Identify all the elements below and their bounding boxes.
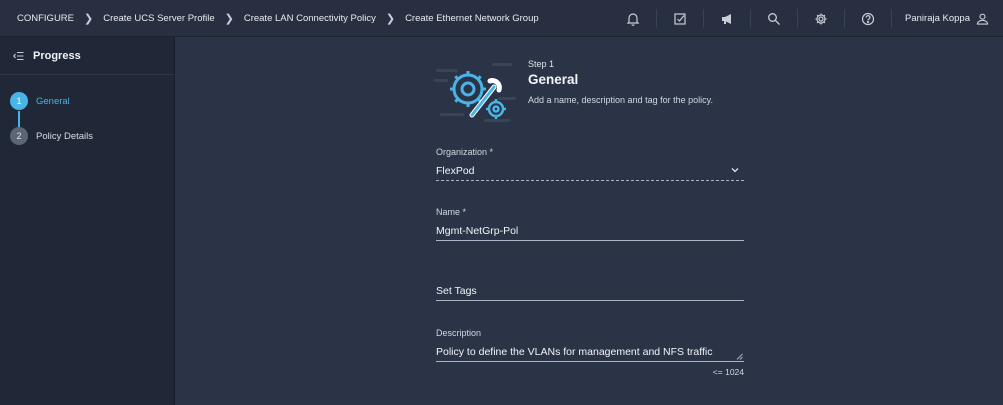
main-content: Step 1 General Add a name, description a… bbox=[175, 37, 1003, 405]
step-connector bbox=[18, 111, 20, 127]
organization-value: FlexPod bbox=[436, 165, 475, 177]
step-title: General bbox=[528, 72, 579, 87]
description-label: Description bbox=[436, 328, 482, 338]
organization-label: Organization * bbox=[436, 147, 494, 157]
breadcrumb-lan-connectivity[interactable]: Create LAN Connectivity Policy bbox=[244, 13, 376, 24]
announcements-button[interactable] bbox=[703, 0, 750, 37]
settings-button[interactable] bbox=[797, 0, 844, 37]
step-number: 2 bbox=[10, 127, 28, 145]
tags-field: Set Tags bbox=[436, 267, 744, 301]
user-icon bbox=[976, 13, 989, 25]
progress-sidebar: Progress 1 General 2 Policy Details bbox=[0, 37, 175, 405]
chevron-right-icon: ❯ bbox=[385, 12, 396, 25]
sidebar-header: Progress bbox=[0, 37, 174, 75]
sidebar-title: Progress bbox=[33, 49, 81, 62]
name-label: Name * bbox=[436, 207, 467, 217]
character-limit: <= 1024 bbox=[712, 367, 744, 377]
search-button[interactable] bbox=[750, 0, 797, 37]
breadcrumb-ethernet-network-group: Create Ethernet Network Group bbox=[405, 12, 539, 24]
chevron-down-icon bbox=[731, 168, 739, 173]
step-label: Policy Details bbox=[36, 130, 94, 142]
collapse-menu-icon[interactable] bbox=[13, 51, 24, 61]
gear-icon bbox=[815, 13, 827, 24]
description-field: Description Policy to define the VLANs f… bbox=[436, 328, 744, 362]
chevron-right-icon: ❯ bbox=[84, 12, 94, 25]
notifications-button[interactable] bbox=[609, 0, 656, 37]
step-subtitle: Add a name, description and tag for the … bbox=[528, 95, 713, 105]
step-policy-details[interactable]: 2 Policy Details bbox=[10, 127, 174, 145]
search-icon bbox=[767, 12, 780, 25]
organization-field: Organization * FlexPod bbox=[436, 147, 744, 181]
step-general[interactable]: 1 General bbox=[10, 92, 174, 110]
megaphone-icon bbox=[721, 13, 731, 24]
step-label: General bbox=[36, 95, 70, 107]
help-button[interactable] bbox=[844, 0, 891, 37]
organization-select[interactable]: FlexPod bbox=[436, 162, 744, 181]
name-input[interactable]: Mgmt-NetGrp-Pol bbox=[436, 222, 744, 241]
user-menu[interactable]: Paniraja Koppa bbox=[891, 0, 1003, 37]
top-bar: CONFIGURE ❯ Create UCS Server Profile ❯ … bbox=[0, 0, 1003, 37]
settings-wrench-illustration-icon bbox=[434, 63, 516, 122]
resize-handle-icon[interactable] bbox=[736, 353, 743, 360]
breadcrumb-configure[interactable]: CONFIGURE bbox=[17, 13, 74, 24]
help-icon bbox=[861, 12, 874, 25]
step-number-label: Step 1 bbox=[528, 59, 555, 69]
name-field: Name * Mgmt-NetGrp-Pol bbox=[436, 207, 744, 241]
breadcrumb: CONFIGURE ❯ Create UCS Server Profile ❯ … bbox=[0, 12, 539, 25]
header-icon-bar: Paniraja Koppa bbox=[609, 0, 1003, 37]
set-tags-input[interactable]: Set Tags bbox=[436, 282, 744, 301]
progress-steps: 1 General 2 Policy Details bbox=[0, 75, 174, 145]
tasks-button[interactable] bbox=[656, 0, 703, 37]
task-check-icon bbox=[673, 12, 686, 25]
step-number: 1 bbox=[10, 92, 28, 110]
description-value: Policy to define the VLANs for managemen… bbox=[436, 346, 713, 358]
chevron-right-icon: ❯ bbox=[224, 12, 234, 25]
breadcrumb-server-profile[interactable]: Create UCS Server Profile bbox=[103, 13, 214, 24]
user-name: Paniraja Koppa bbox=[905, 13, 970, 24]
bell-icon bbox=[626, 12, 639, 26]
description-textarea[interactable]: Policy to define the VLANs for managemen… bbox=[436, 343, 744, 362]
